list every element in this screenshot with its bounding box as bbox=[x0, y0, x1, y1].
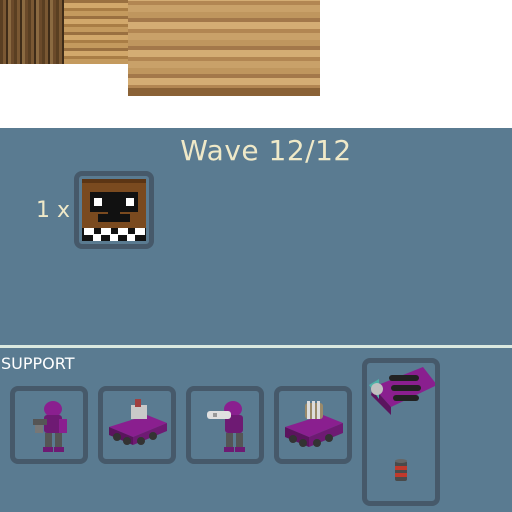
section-divider bbox=[0, 345, 512, 348]
purple-tank-icon bbox=[109, 399, 167, 445]
purple-gatling-tank-icon bbox=[285, 401, 343, 447]
purple-drill-vehicle-icon bbox=[369, 367, 435, 481]
support-slot-5[interactable] bbox=[362, 358, 440, 506]
large-plank-texture bbox=[128, 0, 320, 96]
bark-texture bbox=[0, 0, 64, 64]
support-slot-3[interactable] bbox=[186, 386, 264, 464]
purple-mech-soldier-icon bbox=[33, 401, 67, 452]
freddy-bear-head-icon bbox=[82, 179, 146, 241]
support-slot-1[interactable] bbox=[10, 386, 88, 464]
barrel-icon bbox=[395, 459, 407, 481]
wave-title: Wave 12/12 bbox=[180, 134, 352, 167]
wave-panel: Wave 12/12 1 x SUPPORT bbox=[0, 128, 512, 512]
support-label: SUPPORT bbox=[1, 354, 75, 373]
enemy-count-label: 1 x bbox=[36, 198, 71, 223]
purple-cannon-soldier-icon bbox=[207, 401, 245, 452]
small-plank-texture bbox=[64, 0, 128, 64]
support-slot-4[interactable] bbox=[274, 386, 352, 464]
enemy-slot bbox=[74, 171, 154, 249]
support-slot-2[interactable] bbox=[98, 386, 176, 464]
